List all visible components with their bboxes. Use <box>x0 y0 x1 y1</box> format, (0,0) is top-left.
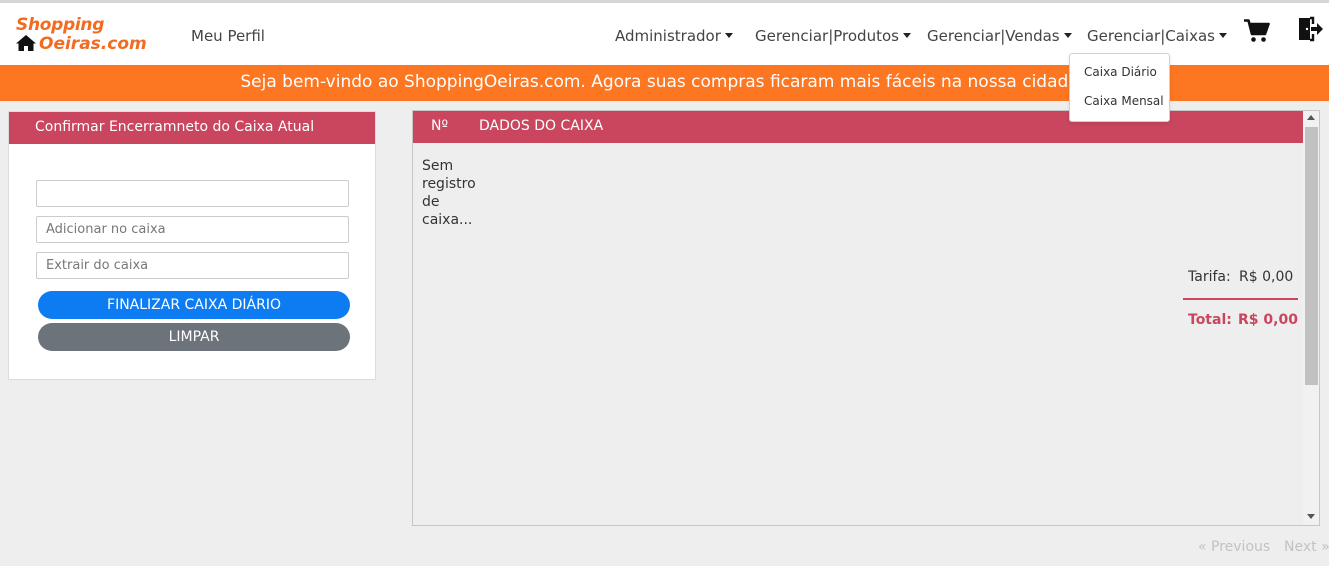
tarifa-value: R$ 0,00 <box>1239 269 1294 285</box>
column-header-number: Nº <box>431 118 449 134</box>
nav-cashier-dropdown[interactable]: Gerenciar|Caixas <box>1087 27 1227 45</box>
shopping-cart-icon[interactable] <box>1244 19 1270 43</box>
nav-admin-dropdown[interactable]: Administrador <box>615 27 733 45</box>
logout-icon[interactable] <box>1297 16 1323 42</box>
total-divider <box>1183 298 1298 300</box>
clear-button[interactable]: LIMPAR <box>38 323 350 351</box>
previous-page-link[interactable]: « Previous <box>1198 539 1270 555</box>
nav-profile-link[interactable]: Meu Perfil <box>191 27 265 45</box>
cashier-value-field[interactable] <box>36 180 349 207</box>
brand-line1: Shopping <box>16 15 105 35</box>
caret-down-icon <box>902 33 911 38</box>
brand-line2: Oeiras.com <box>15 34 147 55</box>
close-cashier-card: Confirmar Encerramneto do Caixa Atual FI… <box>8 111 376 380</box>
caret-down-icon <box>1218 33 1227 38</box>
tarifa-label: Tarifa: <box>1188 269 1231 285</box>
card-header: Confirmar Encerramneto do Caixa Atual <box>9 112 375 144</box>
scroll-down-arrow-icon[interactable] <box>1307 514 1315 519</box>
cashier-data-table: Nº DADOS DO CAIXA Sem registro de caixa.… <box>412 110 1320 526</box>
nav-cashier-label: Gerenciar|Caixas <box>1087 27 1215 45</box>
total-label: Total: <box>1188 312 1232 328</box>
brand-logo[interactable]: Shopping Oeiras.com <box>15 15 150 55</box>
nav-sales-label: Gerenciar|Vendas <box>927 27 1060 45</box>
scroll-up-arrow-icon[interactable] <box>1307 115 1315 120</box>
finalize-daily-cashier-button[interactable]: FINALIZAR CAIXA DIÁRIO <box>38 291 350 319</box>
empty-table-message: Sem registro de caixa... <box>422 158 476 228</box>
nav-admin-label: Administrador <box>615 27 721 45</box>
vertical-scrollbar[interactable] <box>1303 111 1319 525</box>
add-to-cashier-input[interactable] <box>36 216 349 243</box>
caret-down-icon <box>724 33 733 38</box>
next-page-link[interactable]: Next » <box>1284 539 1329 555</box>
menu-item-caixa-mensal[interactable]: Caixa Mensal <box>1084 94 1164 108</box>
scrollbar-thumb[interactable] <box>1305 127 1318 385</box>
card-title: Confirmar Encerramneto do Caixa Atual <box>35 119 315 135</box>
caret-down-icon <box>1063 33 1072 38</box>
extract-from-cashier-input[interactable] <box>36 252 349 279</box>
total-value: R$ 0,00 <box>1238 312 1298 328</box>
home-icon <box>16 35 36 51</box>
menu-item-caixa-diario[interactable]: Caixa Diário <box>1084 65 1157 79</box>
welcome-banner-text: Seja bem-vindo ao ShoppingOeiras.com. Ag… <box>240 72 1086 92</box>
nav-sales-dropdown[interactable]: Gerenciar|Vendas <box>927 27 1072 45</box>
brand-domain: Oeiras.com <box>39 34 147 54</box>
cashier-dropdown-menu: Caixa Diário Caixa Mensal <box>1069 53 1170 122</box>
nav-products-dropdown[interactable]: Gerenciar|Produtos <box>755 27 911 45</box>
column-header-cashier-data: DADOS DO CAIXA <box>479 118 604 134</box>
nav-products-label: Gerenciar|Produtos <box>755 27 899 45</box>
